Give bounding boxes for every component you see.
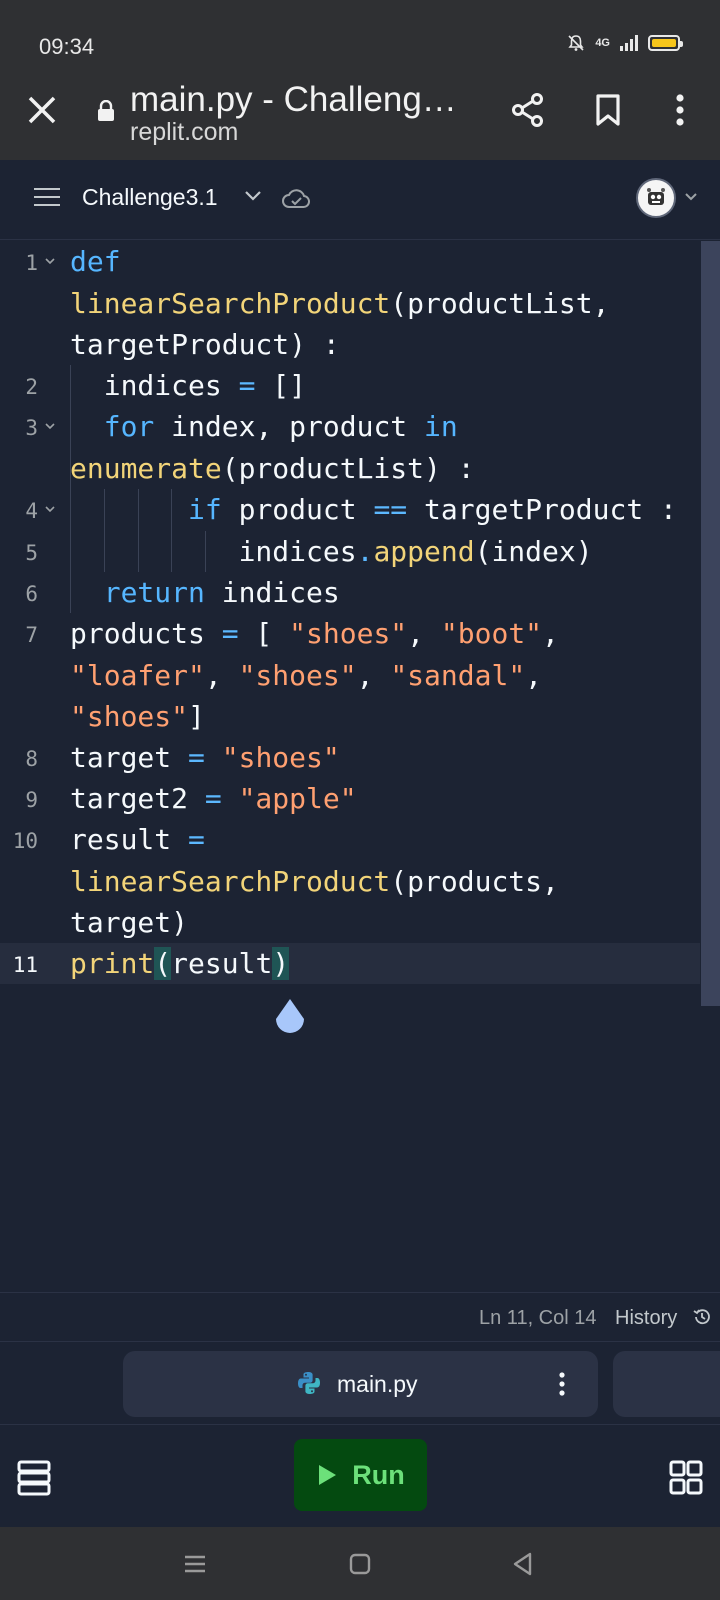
code-line[interactable]: 4 if product == targetProduct : (0, 489, 700, 530)
fold-chevron-icon[interactable] (44, 255, 56, 267)
file-tab-next[interactable] (613, 1351, 720, 1417)
close-tab-icon[interactable] (24, 92, 60, 128)
code-line[interactable]: 9 target2 = "apple" (0, 778, 700, 819)
status-time: 09:34 (39, 34, 95, 59)
code-text: target = "shoes" (70, 741, 340, 774)
page-title[interactable]: main.py - Challeng… (130, 80, 470, 120)
code-text: return indices (103, 576, 340, 609)
editor-scrollbar[interactable] (701, 241, 720, 1006)
code-text: if product == targetProduct : (188, 493, 677, 526)
line-number: 3 (25, 416, 38, 440)
browser-menu-button[interactable] (660, 90, 700, 130)
back-icon[interactable] (508, 1549, 538, 1579)
code-line[interactable]: 8 target = "shoes" (0, 737, 700, 778)
editor-status-strip: Ln 11, Col 14 History (0, 1292, 720, 1342)
line-number: 8 (25, 747, 38, 771)
code-line[interactable]: 3 for index, product in enumerate(produc… (0, 406, 700, 489)
more-vertical-icon (676, 94, 684, 126)
line-number: 4 (25, 499, 38, 523)
network-label: 4G (595, 37, 610, 49)
project-name[interactable]: Challenge3.1 (82, 184, 218, 211)
file-tab-main-py[interactable]: main.py (123, 1351, 598, 1417)
code-text: indices.append(index) (70, 535, 593, 568)
code-text: target2 = "apple" (70, 782, 357, 815)
bottom-toolbar: Run (0, 1424, 720, 1526)
line-number: 1 (25, 251, 38, 275)
file-tabs: main.py (0, 1343, 720, 1423)
play-icon (319, 1465, 337, 1485)
cursor-position: Ln 11, Col 14 (479, 1307, 597, 1329)
recents-icon[interactable] (180, 1549, 210, 1579)
share-icon (512, 93, 543, 127)
code-line-active[interactable]: 11 print(result) (0, 943, 700, 984)
code-line[interactable]: 6 return indices (0, 572, 700, 613)
share-button[interactable] (508, 90, 548, 130)
tools-icon[interactable] (16, 1459, 52, 1497)
history-button[interactable]: History (615, 1307, 677, 1330)
bell-off-icon (568, 35, 584, 51)
line-number: 5 (25, 541, 38, 565)
account-chevron-icon[interactable] (684, 192, 698, 202)
bookmark-icon (596, 94, 620, 126)
line-number: 2 (25, 375, 38, 399)
cloud-check-icon (282, 189, 310, 208)
system-nav-bar (0, 1527, 720, 1600)
line-number: 6 (25, 582, 38, 606)
history-icon[interactable] (692, 1307, 712, 1327)
run-button[interactable]: Run (294, 1439, 427, 1511)
line-number: 11 (12, 953, 38, 977)
user-avatar-icon (647, 188, 665, 205)
lock-icon (98, 100, 114, 121)
code-line[interactable]: 1 def linearSearchProduct(productList, t… (0, 241, 700, 365)
workspace-header: Challenge3.1 (0, 160, 720, 240)
code-editor[interactable]: 1 def linearSearchProduct(productList, t… (0, 241, 720, 1291)
text-cursor-handle[interactable] (273, 998, 307, 1040)
fold-chevron-icon[interactable] (44, 503, 56, 515)
code-text: indices = [] (70, 369, 307, 402)
code-text: def linearSearchProduct(productList, tar… (70, 245, 610, 361)
line-number: 10 (12, 829, 38, 853)
code-line[interactable]: 7 products = [ "shoes", "boot", "loafer"… (0, 613, 700, 737)
file-name: main.py (337, 1371, 418, 1397)
code-line[interactable]: 5 indices.append(index) (0, 531, 700, 572)
chevron-down-icon[interactable] (244, 188, 262, 202)
code-text: result = linearSearchProduct(products, t… (70, 823, 559, 939)
avatar[interactable] (636, 178, 676, 218)
battery-icon (648, 35, 683, 51)
python-icon (298, 1372, 320, 1394)
menu-icon[interactable] (34, 188, 60, 208)
code-line[interactable]: 10 result = linearSearchProduct(products… (0, 819, 700, 943)
code-text: print(result) (70, 947, 290, 980)
line-number: 7 (25, 623, 38, 647)
run-label: Run (352, 1459, 405, 1490)
home-icon[interactable] (345, 1549, 375, 1579)
code-text: products = [ "shoes", "boot", "loafer", … (70, 617, 559, 733)
fold-chevron-icon[interactable] (44, 420, 56, 432)
signal-icon (620, 35, 638, 51)
code-line[interactable]: 2 indices = [] (0, 365, 700, 406)
panes-grid-icon[interactable] (668, 1459, 704, 1497)
page-domain[interactable]: replit.com (130, 118, 238, 147)
status-icons: 4G (567, 34, 683, 52)
line-number: 9 (25, 788, 38, 812)
browser-chrome: 09:34 4G main.py - Challeng… replit.com (0, 0, 720, 160)
bookmark-button[interactable] (588, 90, 628, 130)
more-vertical-icon[interactable] (558, 1371, 566, 1397)
code-text: for index, product in enumerate(productL… (70, 410, 475, 485)
